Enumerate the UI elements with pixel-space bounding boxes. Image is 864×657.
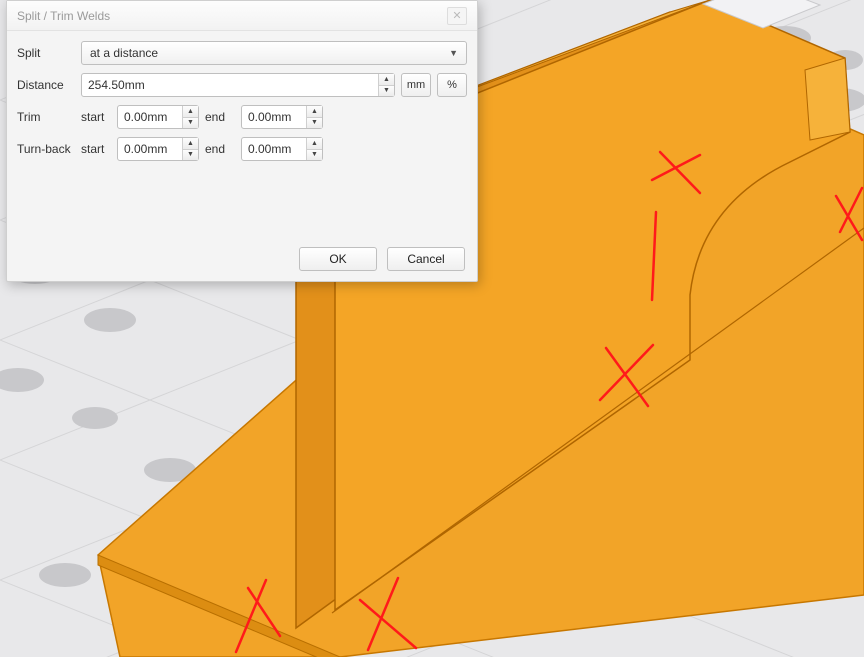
turnback-end-value: 0.00mm <box>248 142 291 156</box>
close-icon: ✕ <box>452 1 461 31</box>
distance-value: 254.50mm <box>88 78 145 92</box>
spin-up-icon[interactable]: ▲ <box>307 106 322 118</box>
trim-end-spinner[interactable]: ▲ ▼ <box>306 106 322 128</box>
trim-end-value: 0.00mm <box>248 110 291 124</box>
trim-end-input[interactable]: 0.00mm ▲ ▼ <box>241 105 323 129</box>
unit-percent-button[interactable]: % <box>437 73 467 97</box>
spin-down-icon[interactable]: ▼ <box>183 150 198 161</box>
trim-start-spinner[interactable]: ▲ ▼ <box>182 106 198 128</box>
split-trim-welds-dialog: Split / Trim Welds ✕ Split at a distance… <box>6 0 478 282</box>
turnback-label: Turn-back <box>17 142 75 156</box>
trim-label: Trim <box>17 110 75 124</box>
trim-start-value: 0.00mm <box>124 110 167 124</box>
split-label: Split <box>17 46 75 60</box>
dialog-title: Split / Trim Welds <box>17 1 110 31</box>
distance-spinner[interactable]: ▲ ▼ <box>378 74 394 96</box>
turnback-start-value: 0.00mm <box>124 142 167 156</box>
trim-end-label: end <box>205 110 235 124</box>
split-mode-dropdown[interactable]: at a distance ▼ <box>81 41 467 65</box>
spin-down-icon[interactable]: ▼ <box>379 86 394 97</box>
trim-start-label: start <box>81 110 111 124</box>
turnback-end-label: end <box>205 142 235 156</box>
turnback-end-input[interactable]: 0.00mm ▲ ▼ <box>241 137 323 161</box>
dialog-footer: OK Cancel <box>299 247 465 271</box>
dialog-titlebar[interactable]: Split / Trim Welds ✕ <box>7 1 477 31</box>
spin-up-icon[interactable]: ▲ <box>183 106 198 118</box>
distance-label: Distance <box>17 78 75 92</box>
spin-up-icon[interactable]: ▲ <box>379 74 394 86</box>
trim-start-input[interactable]: 0.00mm ▲ ▼ <box>117 105 199 129</box>
close-button[interactable]: ✕ <box>447 7 467 25</box>
spin-up-icon[interactable]: ▲ <box>307 138 322 150</box>
dialog-body: Split at a distance ▼ Distance 254.50mm … <box>7 31 477 161</box>
unit-mm-button[interactable]: mm <box>401 73 431 97</box>
split-mode-value: at a distance <box>90 46 158 60</box>
turnback-start-spinner[interactable]: ▲ ▼ <box>182 138 198 160</box>
cancel-button[interactable]: Cancel <box>387 247 465 271</box>
chevron-down-icon: ▼ <box>449 48 458 58</box>
spin-down-icon[interactable]: ▼ <box>307 150 322 161</box>
distance-input[interactable]: 254.50mm ▲ ▼ <box>81 73 395 97</box>
turnback-end-spinner[interactable]: ▲ ▼ <box>306 138 322 160</box>
spin-up-icon[interactable]: ▲ <box>183 138 198 150</box>
cad-viewport[interactable]: Split / Trim Welds ✕ Split at a distance… <box>0 0 864 657</box>
ok-button[interactable]: OK <box>299 247 377 271</box>
spin-down-icon[interactable]: ▼ <box>307 118 322 129</box>
turnback-start-label: start <box>81 142 111 156</box>
turnback-start-input[interactable]: 0.00mm ▲ ▼ <box>117 137 199 161</box>
spin-down-icon[interactable]: ▼ <box>183 118 198 129</box>
